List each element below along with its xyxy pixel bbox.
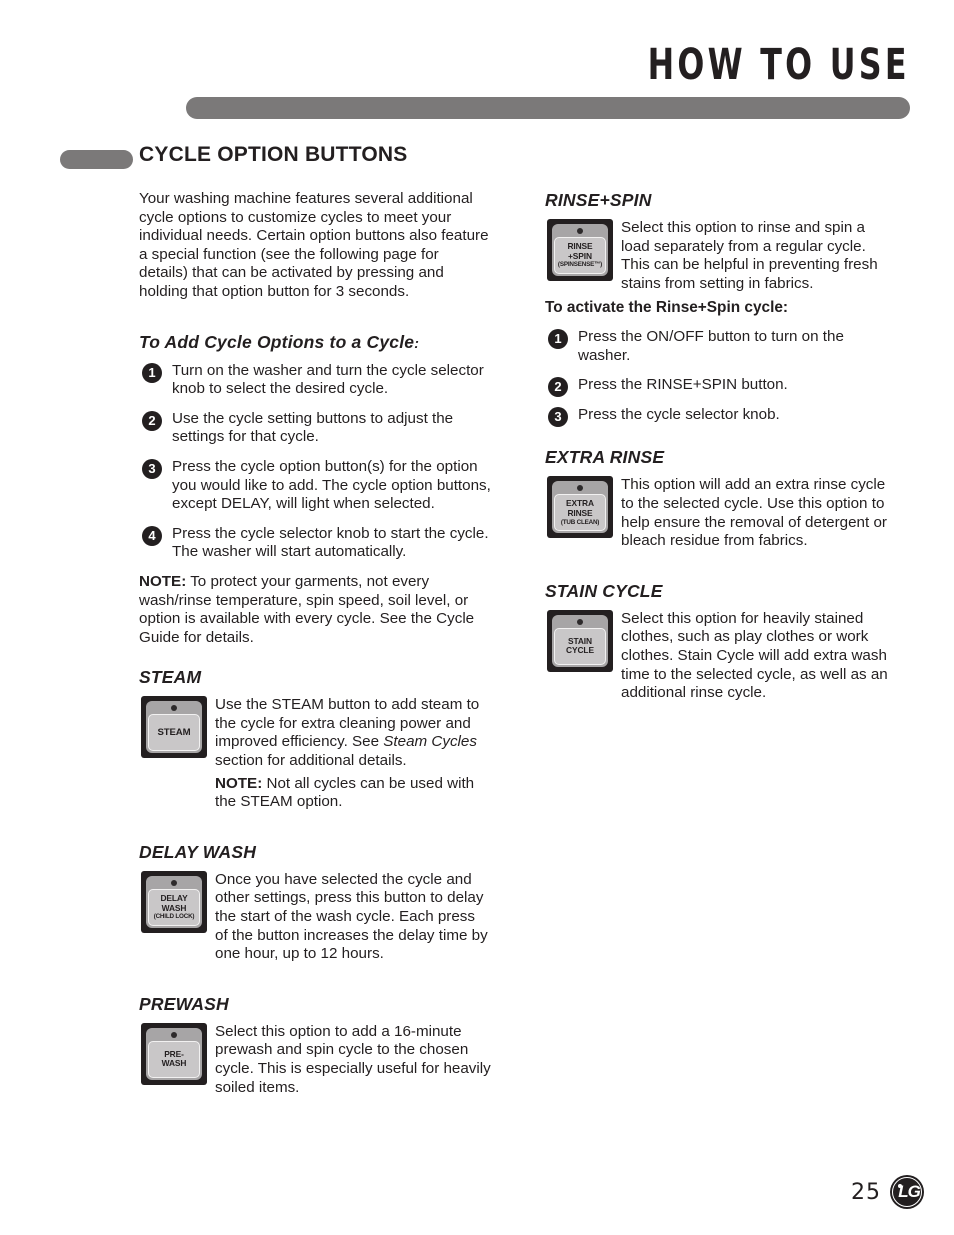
button-face: PRE- WASH <box>148 1040 200 1078</box>
step-number-badge: 2 <box>548 377 568 398</box>
button-label-line-2: WASH <box>161 902 187 913</box>
step-text: Use the cycle setting buttons to adjust … <box>172 409 454 446</box>
step-number-badge: 1 <box>548 328 568 349</box>
button-bezel: RINSE +SPIN (SPINSENSE™) <box>552 224 608 276</box>
page-number: 25 <box>851 1179 881 1205</box>
lg-logo-icon: LG <box>890 1175 924 1209</box>
section-title-row: CYCLE OPTION BUTTONS <box>0 143 954 177</box>
page-header-rule <box>186 97 910 119</box>
cycle-options-note: NOTE: To protect your garments, not ever… <box>139 573 491 647</box>
step-number-badge: 1 <box>142 362 162 383</box>
step-text: Turn on the washer and turn the cycle se… <box>172 361 484 398</box>
extra-rinse-description: This option will add an extra rinse cycl… <box>621 476 887 550</box>
left-column: Your washing machine features several ad… <box>139 190 491 1097</box>
add-cycle-options-steps: 1 Turn on the washer and turn the cycle … <box>139 362 491 562</box>
extra-rinse-button-icon: EXTRA RINSE (TUB CLEAN) <box>547 476 613 539</box>
button-bezel: EXTRA RINSE (TUB CLEAN) <box>552 481 608 534</box>
list-item: 3 Press the cycle selector knob. <box>545 405 897 427</box>
button-bezel: STAIN CYCLE <box>552 614 608 667</box>
led-indicator-icon <box>577 618 583 625</box>
delay-wash-description: Once you have selected the cycle and oth… <box>215 870 488 963</box>
prewash-button-icon: PRE- WASH <box>141 1022 207 1085</box>
list-item: 3 Press the cycle option button(s) for t… <box>139 458 491 514</box>
button-label-line-2: RINSE <box>567 508 593 519</box>
prewash-heading: PREWASH <box>139 993 229 1014</box>
list-item: 1 Press the ON/OFF button to turn on the… <box>545 328 897 365</box>
steam-description-italic: Steam Cycles <box>383 733 477 751</box>
extra-rinse-option-entry: EXTRA RINSE (TUB CLEAN) This option will… <box>545 476 897 550</box>
step-number-badge: 3 <box>548 406 568 427</box>
right-column: RINSE+SPIN RINSE +SPIN (SPINSENSE™) Sele… <box>545 190 897 703</box>
steam-note-label: NOTE: <box>215 774 263 792</box>
steam-note: NOTE: Not all cycles can be used with th… <box>215 775 491 812</box>
stain-cycle-description: Select this option for heavily stained c… <box>621 609 888 702</box>
note-text: To protect your garments, not every wash… <box>139 572 475 646</box>
step-text: Press the cycle selector knob. <box>578 405 780 423</box>
rinse-spin-steps: 1 Press the ON/OFF button to turn on the… <box>545 328 897 427</box>
add-cycle-options-heading-colon: : <box>414 334 420 351</box>
delay-wash-button-icon: DELAY WASH (CHILD LOCK) <box>141 870 207 933</box>
button-bezel: DELAY WASH (CHILD LOCK) <box>146 875 202 928</box>
rinse-spin-heading: RINSE+SPIN <box>545 190 652 210</box>
list-item: 4 Press the cycle selector knob to start… <box>139 525 491 562</box>
button-label-line-1: STEAM <box>157 726 191 738</box>
step-number-badge: 2 <box>142 410 162 431</box>
button-label-line-3: (SPINSENSE™) <box>557 261 603 269</box>
rinse-spin-option-entry: RINSE +SPIN (SPINSENSE™) Select this opt… <box>545 219 897 293</box>
step-text: Press the RINSE+SPIN button. <box>578 376 788 394</box>
lg-logo-text: LG <box>898 1182 921 1201</box>
button-label-line-2: WASH <box>161 1058 187 1069</box>
section-bullet-icon <box>60 150 133 169</box>
step-text: Press the ON/OFF button to turn on the w… <box>578 327 844 364</box>
rinse-spin-button-icon: RINSE +SPIN (SPINSENSE™) <box>547 219 613 281</box>
button-bezel: STEAM <box>146 701 202 754</box>
stain-cycle-heading: STAIN CYCLE <box>545 580 663 601</box>
step-text: Press the cycle option button(s) for the… <box>172 457 491 513</box>
button-face: EXTRA RINSE (TUB CLEAN) <box>554 494 606 532</box>
step-number-badge: 4 <box>142 525 162 546</box>
button-label-line-3: (TUB CLEAN) <box>560 518 600 526</box>
page-header-title: HOW TO USE <box>647 40 910 90</box>
prewash-option-entry: PRE- WASH Select this option to add a 16… <box>139 1022 491 1097</box>
page-title: CYCLE OPTION BUTTONS <box>139 143 408 166</box>
button-label-line-2: CYCLE <box>566 645 594 656</box>
lg-logo-eye <box>898 1184 902 1188</box>
stain-cycle-button-icon: STAIN CYCLE <box>547 609 613 672</box>
button-face: STEAM <box>148 714 200 752</box>
steam-description: Use the STEAM button to add steam to the… <box>215 696 491 770</box>
steam-heading: STEAM <box>139 667 202 688</box>
page-footer: 25 LG <box>851 1175 924 1209</box>
step-text: Press the cycle selector knob to start t… <box>172 524 489 561</box>
button-bezel: PRE- WASH <box>146 1027 202 1080</box>
button-face: DELAY WASH (CHILD LOCK) <box>148 888 200 926</box>
prewash-description: Select this option to add a 16-minute pr… <box>215 1022 491 1096</box>
steam-button-icon: STEAM <box>141 696 207 759</box>
extra-rinse-heading: EXTRA RINSE <box>545 447 665 468</box>
led-indicator-icon <box>171 879 177 886</box>
rinse-spin-activate-heading: To activate the Rinse+Spin cycle: <box>545 299 789 317</box>
list-item: 2 Use the cycle setting buttons to adjus… <box>139 410 491 447</box>
button-label-line-2: +SPIN <box>568 250 592 261</box>
list-item: 2 Press the RINSE+SPIN button. <box>545 376 897 398</box>
button-label-line-3: (CHILD LOCK) <box>153 913 195 921</box>
led-indicator-icon <box>577 485 583 492</box>
note-label: NOTE: <box>139 572 187 590</box>
led-indicator-icon <box>577 228 583 234</box>
page-header: HOW TO USE <box>0 0 954 130</box>
steam-description-b: section for additional details. <box>215 752 407 770</box>
add-cycle-options-heading-text: To Add Cycle Options to a Cycle <box>139 331 415 352</box>
step-number-badge: 3 <box>142 458 162 479</box>
steam-option-entry: STEAM Use the STEAM button to add steam … <box>139 696 491 812</box>
led-indicator-icon <box>171 705 177 712</box>
list-item: 1 Turn on the washer and turn the cycle … <box>139 362 491 399</box>
add-cycle-options-heading: To Add Cycle Options to a Cycle: <box>139 332 491 353</box>
stain-cycle-option-entry: STAIN CYCLE Select this option for heavi… <box>545 609 897 703</box>
led-indicator-icon <box>171 1031 177 1038</box>
button-face: STAIN CYCLE <box>554 627 606 665</box>
delay-wash-heading: DELAY WASH <box>139 841 257 862</box>
delay-wash-option-entry: DELAY WASH (CHILD LOCK) Once you have se… <box>139 870 491 964</box>
intro-paragraph: Your washing machine features several ad… <box>139 190 489 300</box>
button-face: RINSE +SPIN (SPINSENSE™) <box>554 237 606 274</box>
rinse-spin-description: Select this option to rinse and spin a l… <box>621 219 878 292</box>
